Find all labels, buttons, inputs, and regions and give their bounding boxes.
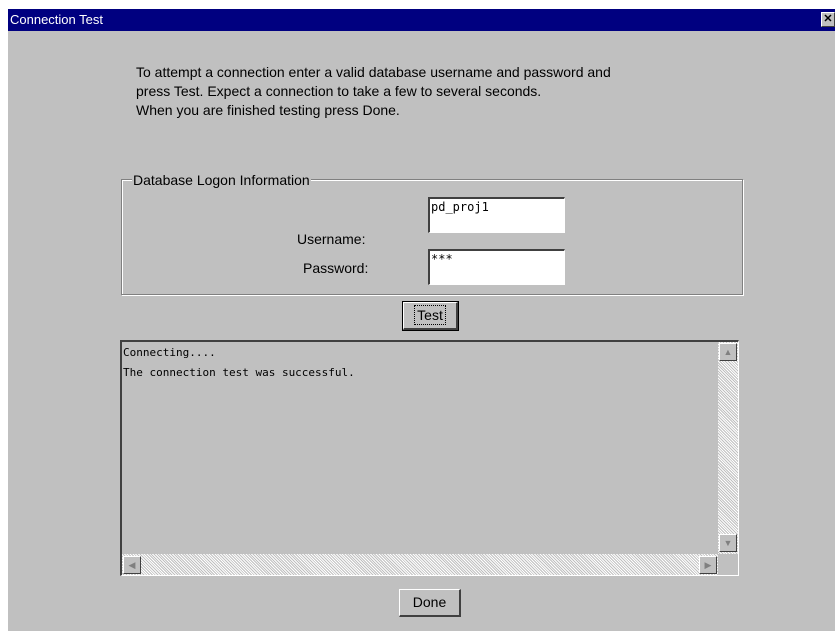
- connection-test-window: Connection Test ✕ To attempt a connectio…: [8, 9, 835, 631]
- scroll-down-icon[interactable]: ▼: [719, 534, 737, 552]
- scroll-right-icon[interactable]: ▶: [699, 556, 717, 574]
- window-title: Connection Test: [10, 12, 103, 27]
- instructions-line: press Test. Expect a connection to take …: [136, 83, 542, 99]
- horizontal-scrollbar[interactable]: ◀ ▶: [122, 554, 718, 575]
- output-text: Connecting.... The connection test was s…: [123, 345, 709, 385]
- username-field[interactable]: pd_proj1: [428, 197, 565, 233]
- output-line: The connection test was successful.: [123, 366, 355, 379]
- instructions-line: To attempt a connection enter a valid da…: [136, 64, 611, 80]
- output-line: Connecting....: [123, 346, 216, 359]
- output-log[interactable]: Connecting.... The connection test was s…: [120, 340, 739, 576]
- logon-group-label: Database Logon Information: [132, 172, 311, 188]
- test-button[interactable]: Test: [402, 301, 459, 331]
- instructions-line: When you are finished testing press Done…: [136, 102, 400, 118]
- title-bar[interactable]: Connection Test ✕: [8, 9, 835, 31]
- vertical-scrollbar[interactable]: ▲ ▼: [718, 342, 738, 554]
- scrollbar-corner: [718, 554, 738, 575]
- close-icon[interactable]: ✕: [821, 12, 835, 27]
- scroll-up-icon[interactable]: ▲: [719, 343, 737, 361]
- test-button-label: Test: [414, 305, 446, 325]
- scroll-left-icon[interactable]: ◀: [123, 556, 141, 574]
- username-label: Username:: [297, 231, 366, 247]
- instructions-text: To attempt a connection enter a valid da…: [136, 63, 776, 120]
- password-field[interactable]: ***: [428, 249, 565, 285]
- password-label: Password:: [303, 260, 369, 276]
- done-button[interactable]: Done: [399, 589, 461, 617]
